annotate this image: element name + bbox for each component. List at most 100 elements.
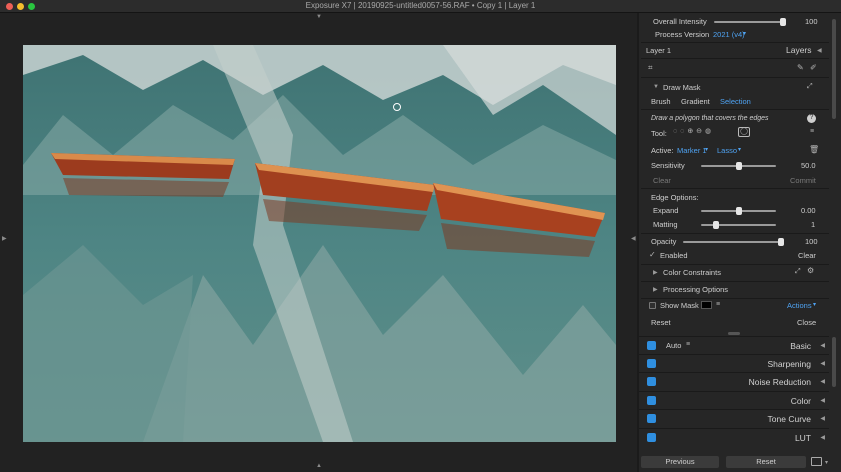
section-tone-curve[interactable]: Tone Curve ◀	[639, 409, 829, 427]
show-mask-checkbox[interactable]	[649, 302, 656, 309]
panel-scrollbar-upper[interactable]	[832, 19, 836, 119]
processing-options-expand-icon[interactable]: ▶	[653, 286, 658, 293]
matting-label: Matting	[653, 220, 678, 229]
mask-color-swatch[interactable]	[701, 301, 712, 309]
draw-mask-expand-window-icon[interactable]: ⤢	[807, 83, 813, 91]
selection-hint: Draw a polygon that covers the edges	[651, 115, 769, 122]
mask-reset-button[interactable]: Reset	[651, 318, 671, 327]
active-marker-chevron-icon[interactable]: ▾	[705, 146, 708, 153]
actions-menu[interactable]: Actions	[787, 301, 812, 310]
layers-collapse-icon[interactable]: ◀	[817, 47, 822, 54]
layers-header[interactable]: Layers	[786, 45, 812, 55]
color-constraints-header[interactable]: Color Constraints	[663, 268, 721, 277]
mask-options-icon[interactable]: ≡	[716, 301, 720, 309]
enabled-checkmark-icon[interactable]: ✓	[649, 251, 656, 259]
matting-value[interactable]: 1	[811, 220, 815, 229]
matting-knob[interactable]	[713, 221, 719, 229]
expand-slider[interactable]	[701, 207, 776, 215]
active-mode-select[interactable]: Lasso	[717, 146, 737, 155]
top-panel-toggle-icon[interactable]: ▼	[316, 14, 322, 20]
section-noise-reduction-label: Noise Reduction	[748, 377, 811, 387]
image-canvas-area[interactable]: ▼ ▲ ▶ ◀	[0, 13, 637, 472]
show-mask-label: Show Mask	[660, 301, 699, 310]
section-noise-reduction-collapse-icon[interactable]: ◀	[820, 378, 825, 385]
overall-intensity-knob[interactable]	[780, 18, 786, 26]
section-sharpening-collapse-icon[interactable]: ◀	[820, 360, 825, 367]
basic-auto-button[interactable]: Auto	[666, 341, 681, 350]
noise-reduction-enable-toggle[interactable]	[647, 377, 656, 386]
section-lut-collapse-icon[interactable]: ◀	[820, 434, 825, 441]
bottom-panel-toggle-icon[interactable]: ▲	[316, 463, 322, 469]
expand-value[interactable]: 0.00	[801, 206, 816, 215]
color-constraints-expand-window-icon[interactable]: ⤢	[795, 268, 801, 276]
help-icon[interactable]: ?	[807, 114, 816, 123]
enabled-clear-button[interactable]: Clear	[798, 251, 816, 260]
expand-knob[interactable]	[735, 207, 742, 215]
lut-enable-toggle[interactable]	[647, 433, 656, 442]
draw-mask-expand-icon[interactable]: ▼	[653, 84, 659, 90]
section-tone-curve-collapse-icon[interactable]: ◀	[820, 415, 825, 422]
tab-gradient[interactable]: Gradient	[681, 97, 710, 106]
divider	[641, 298, 829, 299]
panel-scrollbar-lower[interactable]	[832, 337, 836, 387]
basic-options-icon[interactable]: ≡	[686, 341, 690, 349]
active-marker-select[interactable]: Marker 1	[677, 146, 707, 155]
basic-enable-toggle[interactable]	[647, 341, 656, 350]
eyedropper-icon[interactable]: ✎	[797, 64, 804, 72]
process-version-select[interactable]: 2021 (v4)	[713, 30, 745, 39]
brush-icon[interactable]: ✐	[810, 64, 817, 72]
opacity-value[interactable]: 100	[805, 237, 818, 246]
photo-preview[interactable]	[23, 45, 616, 442]
active-label: Active:	[651, 146, 674, 155]
active-mode-chevron-icon[interactable]: ▾	[738, 146, 741, 153]
layer-name[interactable]: Layer 1	[646, 46, 671, 55]
previous-button[interactable]: Previous	[641, 456, 719, 468]
sensitivity-slider[interactable]	[701, 162, 776, 170]
opacity-knob[interactable]	[778, 238, 784, 246]
section-basic[interactable]: Auto ≡ Basic ◀	[639, 336, 829, 354]
color-constraints-expand-icon[interactable]: ▶	[653, 269, 658, 276]
divider	[641, 188, 829, 189]
overall-intensity-value[interactable]: 100	[805, 17, 818, 26]
actions-chevron-icon[interactable]: ▾	[813, 301, 816, 308]
mask-close-button[interactable]: Close	[797, 318, 816, 327]
left-panel-toggle-icon[interactable]: ▶	[2, 235, 7, 242]
section-basic-collapse-icon[interactable]: ◀	[820, 342, 825, 349]
opacity-slider[interactable]	[683, 238, 784, 246]
commit-button[interactable]: Commit	[790, 176, 816, 185]
sensitivity-value[interactable]: 50.0	[801, 161, 816, 170]
divider	[641, 233, 829, 234]
tool-options-icon[interactable]: ≡	[810, 128, 814, 136]
divider	[641, 77, 829, 78]
reset-button[interactable]: Reset	[726, 456, 806, 468]
color-enable-toggle[interactable]	[647, 396, 656, 405]
tab-selection[interactable]: Selection	[720, 97, 751, 106]
selection-tools-icon[interactable]: ◌◌⊕⊖◍	[673, 128, 714, 136]
panel-layout-icon[interactable]	[811, 457, 822, 466]
section-lut-label: LUT	[794, 433, 811, 443]
section-color[interactable]: Color ◀	[639, 391, 829, 409]
right-panel-toggle-icon[interactable]: ◀	[631, 235, 636, 242]
window-title: Exposure X7 | 20190925-untitled0057-56.R…	[305, 1, 536, 10]
tone-curve-enable-toggle[interactable]	[647, 414, 656, 423]
lasso-tool-icon[interactable]: ◯	[738, 127, 750, 137]
clear-selection-button[interactable]: Clear	[653, 176, 671, 185]
sharpening-enable-toggle[interactable]	[647, 359, 656, 368]
gear-icon[interactable]: ⚙	[807, 267, 814, 275]
trash-icon[interactable]: 🗑	[809, 146, 819, 154]
section-lut[interactable]: LUT ◀	[639, 428, 829, 446]
processing-options-header[interactable]: Processing Options	[663, 285, 728, 294]
divider	[641, 264, 829, 265]
section-sharpening[interactable]: Sharpening ◀	[639, 354, 829, 372]
sensitivity-knob[interactable]	[735, 162, 742, 170]
matting-slider[interactable]	[701, 221, 776, 229]
panel-layout-chevron-icon[interactable]: ▾	[825, 459, 828, 466]
tab-brush[interactable]: Brush	[651, 97, 671, 106]
section-tone-curve-label: Tone Curve	[767, 414, 811, 424]
overall-intensity-slider[interactable]	[714, 18, 786, 26]
panel-resize-handle[interactable]	[728, 332, 740, 335]
process-version-chevron-icon[interactable]: ▾	[743, 30, 746, 37]
crop-icon[interactable]: ⌗	[648, 64, 653, 72]
section-color-collapse-icon[interactable]: ◀	[820, 397, 825, 404]
section-noise-reduction[interactable]: Noise Reduction ◀	[639, 372, 829, 390]
